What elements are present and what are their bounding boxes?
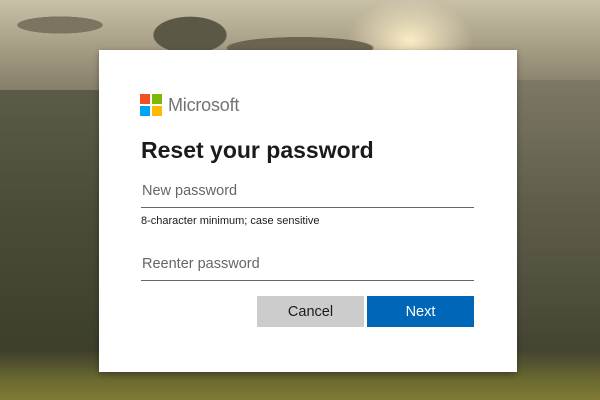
new-password-input[interactable]	[141, 174, 474, 208]
logo-square-green	[152, 94, 162, 104]
reenter-password-input[interactable]	[141, 247, 474, 281]
logo-square-yellow	[152, 106, 162, 116]
brand-name: Microsoft	[168, 94, 240, 115]
microsoft-logo: Microsoft	[140, 94, 239, 116]
next-button[interactable]: Next	[367, 296, 474, 327]
microsoft-squares-icon	[140, 94, 162, 116]
cancel-button[interactable]: Cancel	[257, 296, 364, 327]
logo-square-red	[140, 94, 150, 104]
page-title: Reset your password	[141, 137, 374, 163]
password-requirements-hint: 8-character minimum; case sensitive	[141, 215, 320, 227]
reset-password-dialog: Microsoft Reset your password 8-characte…	[99, 50, 517, 372]
logo-square-blue	[140, 106, 150, 116]
